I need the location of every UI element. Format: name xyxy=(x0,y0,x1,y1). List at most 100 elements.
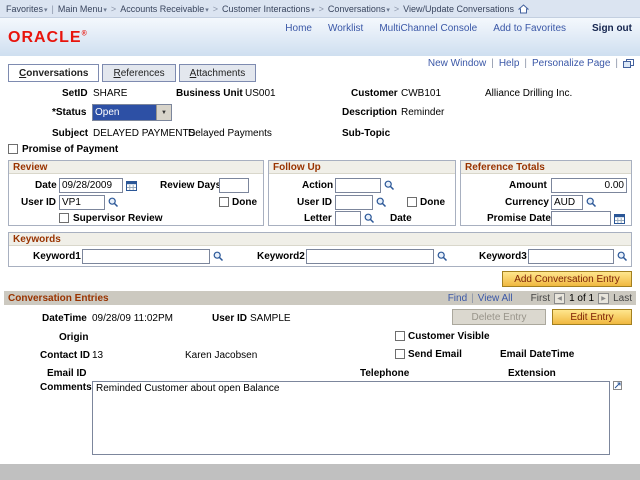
breadcrumb-item-conversations[interactable]: Conversations▾ xyxy=(328,4,390,14)
view-all-link[interactable]: View All xyxy=(478,293,513,304)
comments-label: Comments xyxy=(40,382,92,393)
tab-attachments[interactable]: Attachments xyxy=(179,64,257,82)
promise-of-payment-label: Promise of Payment xyxy=(22,144,118,155)
breadcrumb-main-menu[interactable]: Main Menu▾ xyxy=(58,4,107,14)
review-days-input[interactable] xyxy=(219,178,249,193)
breadcrumb-favorites[interactable]: Favorites▾ xyxy=(6,4,48,14)
oracle-logo: ORACLE® xyxy=(8,29,88,47)
setid-label: SetID xyxy=(62,88,88,99)
home-icon[interactable] xyxy=(518,4,529,14)
page-actions: New Window | Help | Personalize Page | xyxy=(428,58,634,69)
separator: | xyxy=(615,58,618,69)
review-done-checkbox[interactable] xyxy=(219,197,229,207)
lookup-icon[interactable] xyxy=(384,180,395,191)
find-link[interactable]: Find xyxy=(448,293,467,304)
worklist-link[interactable]: Worklist xyxy=(328,23,363,34)
lookup-icon[interactable] xyxy=(586,197,597,208)
business-unit-value: US001 xyxy=(245,88,276,99)
lookup-icon[interactable] xyxy=(364,213,375,224)
promise-of-payment-checkbox[interactable] xyxy=(8,144,18,154)
customer-label: Customer xyxy=(351,88,398,99)
review-date-input[interactable] xyxy=(59,178,123,193)
review-userid-input[interactable] xyxy=(59,195,105,210)
calendar-icon[interactable] xyxy=(614,213,625,224)
dropdown-arrow-icon[interactable]: ▼ xyxy=(156,105,171,120)
follow-up-action-input[interactable] xyxy=(335,178,381,193)
follow-up-groupbox: Follow Up Action User ID Done Letter Dat… xyxy=(268,160,456,226)
reference-totals-groupbox: Reference Totals Amount Currency Promise… xyxy=(460,160,632,226)
keyword3-input[interactable] xyxy=(528,249,614,264)
keyword2-input[interactable] xyxy=(306,249,434,264)
next-row-icon[interactable]: ▶ xyxy=(598,293,609,304)
tab-conversations[interactable]: Conversations xyxy=(8,64,99,82)
breadcrumb-separator: | xyxy=(52,4,54,14)
review-userid-label: User ID xyxy=(21,197,56,208)
comments-textarea[interactable]: Reminded Customer about open Balance xyxy=(92,381,610,455)
keyword1-label: Keyword1 xyxy=(33,251,81,262)
follow-up-letter-input[interactable] xyxy=(335,211,361,226)
breadcrumb-separator: > xyxy=(394,4,399,14)
personalize-page-link[interactable]: Personalize Page xyxy=(532,58,610,69)
lookup-icon[interactable] xyxy=(437,251,448,262)
review-groupbox-title: Review xyxy=(9,161,263,174)
email-id-label: Email ID xyxy=(47,368,86,379)
application-window: Favorites▾ | Main Menu▾ > Accounts Recei… xyxy=(0,0,640,480)
delete-entry-button[interactable]: Delete Entry xyxy=(452,309,546,325)
follow-up-userid-input[interactable] xyxy=(335,195,373,210)
separator: | xyxy=(491,58,494,69)
new-window-link[interactable]: New Window xyxy=(428,58,486,69)
currency-input[interactable] xyxy=(551,195,583,210)
currency-label: Currency xyxy=(505,197,549,208)
edit-entry-button[interactable]: Edit Entry xyxy=(552,309,632,325)
amount-input[interactable] xyxy=(551,178,627,193)
breadcrumb-current-page: View/Update Conversations xyxy=(403,4,514,14)
subtopic-label: Sub-Topic xyxy=(342,128,390,139)
first-link[interactable]: First xyxy=(531,293,550,304)
extension-label: Extension xyxy=(508,368,556,379)
previous-row-icon[interactable]: ◀ xyxy=(554,293,565,304)
setid-value: SHARE xyxy=(93,88,127,99)
promise-date-input[interactable] xyxy=(551,211,611,226)
conversation-entries-title: Conversation Entries xyxy=(8,293,109,304)
home-link[interactable]: Home xyxy=(285,23,312,34)
chevron-down-icon: ▾ xyxy=(103,7,107,14)
follow-up-done-checkbox[interactable] xyxy=(407,197,417,207)
email-datetime-label: Email DateTime xyxy=(500,349,574,360)
conversation-entries-header: Conversation Entries Find | View All Fir… xyxy=(4,291,636,305)
supervisor-review-checkbox[interactable] xyxy=(59,213,69,223)
window-background xyxy=(0,464,640,480)
help-link[interactable]: Help xyxy=(499,58,520,69)
origin-label: Origin xyxy=(59,332,88,343)
lookup-icon[interactable] xyxy=(376,197,387,208)
chevron-down-icon: ▾ xyxy=(386,7,390,14)
breadcrumb-item-customer-interactions[interactable]: Customer Interactions▾ xyxy=(222,4,315,14)
customer-visible-checkbox[interactable] xyxy=(395,331,405,341)
contact-name-value: Karen Jacobsen xyxy=(185,350,257,361)
tab-references[interactable]: References xyxy=(102,64,175,82)
breadcrumb: Favorites▾ | Main Menu▾ > Accounts Recei… xyxy=(0,0,640,18)
keywords-groupbox-title: Keywords xyxy=(9,233,631,246)
amount-label: Amount xyxy=(509,180,547,191)
lookup-icon[interactable] xyxy=(617,251,628,262)
multichannel-console-link[interactable]: MultiChannel Console xyxy=(379,23,477,34)
promise-date-label: Promise Date xyxy=(487,213,551,224)
lookup-icon[interactable] xyxy=(213,251,224,262)
send-email-checkbox[interactable] xyxy=(395,349,405,359)
breadcrumb-item-accounts-receivable[interactable]: Accounts Receivable▾ xyxy=(120,4,209,14)
status-select[interactable]: Open ▼ xyxy=(92,104,172,121)
breadcrumb-separator: > xyxy=(319,4,324,14)
add-conversation-entry-button[interactable]: Add Conversation Entry xyxy=(502,271,632,287)
copy-url-icon[interactable] xyxy=(623,59,634,69)
calendar-icon[interactable] xyxy=(126,180,137,191)
breadcrumb-separator: > xyxy=(111,4,116,14)
lookup-icon[interactable] xyxy=(108,197,119,208)
last-link[interactable]: Last xyxy=(613,293,632,304)
sign-out-link[interactable]: Sign out xyxy=(592,23,632,34)
add-to-favorites-link[interactable]: Add to Favorites xyxy=(493,23,566,34)
keyword1-input[interactable] xyxy=(82,249,210,264)
follow-up-action-label: Action xyxy=(302,180,333,191)
subject-description-value: Delayed Payments xyxy=(188,128,272,139)
expand-comments-icon[interactable] xyxy=(613,381,622,390)
contact-id-label: Contact ID xyxy=(40,350,90,361)
header-links: Home Worklist MultiChannel Console Add t… xyxy=(285,23,632,34)
